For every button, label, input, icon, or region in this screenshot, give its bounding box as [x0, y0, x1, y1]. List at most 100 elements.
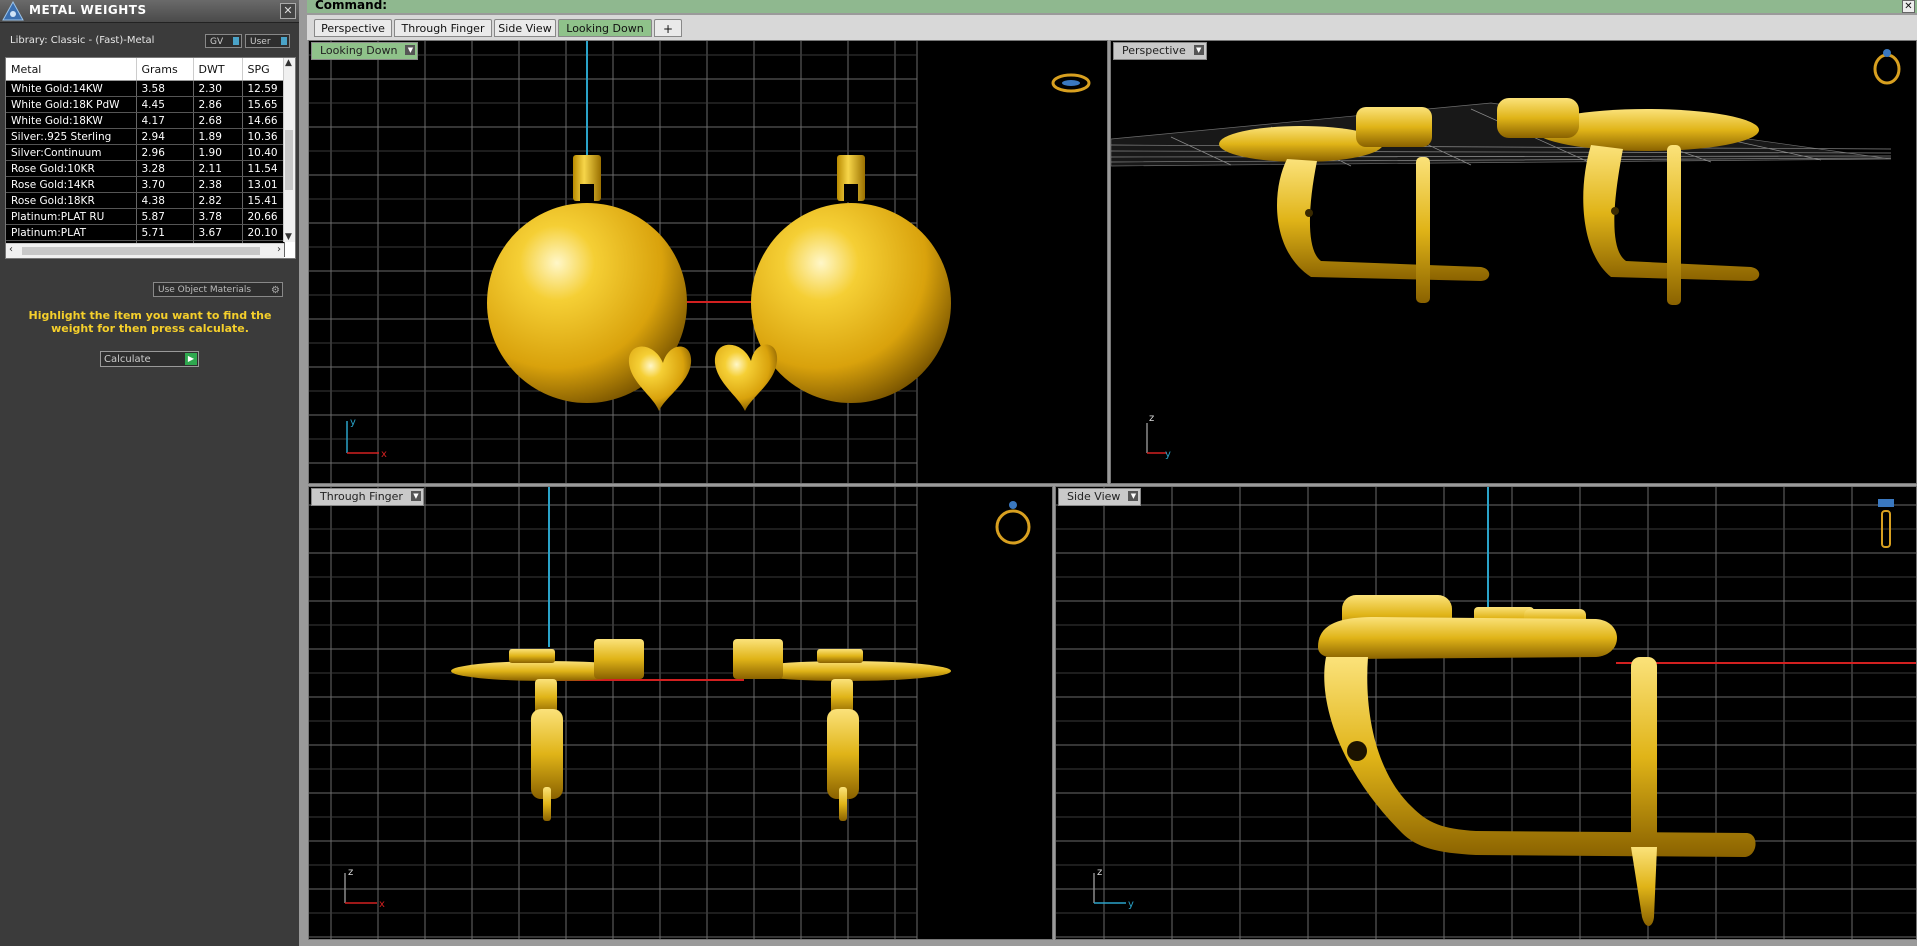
scroll-down-icon[interactable]: ▼ — [285, 232, 292, 242]
metal-cell: Platinum:PLAT RU — [6, 208, 137, 225]
column-header-spg[interactable]: SPG — [242, 58, 285, 81]
table-row[interactable]: White Gold:14KW 3.58 2.30 12.59 — [6, 80, 285, 97]
axis-gizmo-icon: z y — [1146, 413, 1171, 460]
command-label: Command: — [315, 0, 388, 12]
earring-left-model[interactable] — [451, 639, 644, 821]
viewport-label-text: Perspective — [1122, 44, 1186, 57]
spg-cell: 13.01 — [242, 176, 285, 193]
metal-cell: White Gold:18K PdW — [6, 96, 137, 113]
table-header-row: Metal Grams DWT SPG — [6, 58, 285, 81]
metal-cell: Silver:Continuum — [6, 144, 137, 161]
chevron-down-icon[interactable]: ▼ — [1128, 491, 1139, 501]
table-row[interactable]: White Gold:18KW 4.17 2.68 14.66 — [6, 112, 285, 129]
gear-icon[interactable]: ⚙ — [271, 283, 280, 298]
table-row[interactable]: Platinum:PLAT 5.71 3.67 20.10 — [6, 224, 285, 241]
hinge-hole — [1347, 741, 1367, 761]
view-tabs: Perspective Through Finger Side View Loo… — [307, 15, 1917, 40]
metal-cell: Silver:.925 Sterling — [6, 128, 137, 145]
dwt-cell: 1.89 — [193, 128, 243, 145]
grams-cell: 2.94 — [136, 128, 194, 145]
column-header-grams[interactable]: Grams — [136, 58, 194, 81]
chevron-down-icon[interactable]: ▼ — [1193, 45, 1204, 55]
view-cube-icon[interactable] — [1878, 499, 1894, 548]
calculate-label: Calculate — [104, 354, 151, 365]
view-cube-icon[interactable] — [995, 501, 1031, 545]
close-icon[interactable]: ✕ — [1902, 0, 1915, 13]
metal-weights-panel: METAL WEIGHTS ✕ Library: Classic - (Fast… — [0, 0, 299, 946]
scroll-thumb[interactable] — [285, 130, 293, 190]
metal-cell: Rose Gold:10KR — [6, 160, 137, 177]
table-row[interactable]: White Gold:18K PdW 4.45 2.86 15.65 — [6, 96, 285, 113]
viewport-label-text: Through Finger — [320, 490, 403, 503]
view-cube-icon[interactable] — [1873, 49, 1901, 85]
gv-toggle[interactable]: GV — [205, 34, 242, 48]
tab-perspective[interactable]: Perspective — [314, 19, 392, 37]
user-toggle[interactable]: User — [245, 34, 290, 48]
metal-table: Metal Grams DWT SPG White Gold:14KW 3.58 2… — [6, 58, 285, 257]
axis-label-v: z — [1149, 413, 1154, 424]
spg-cell: 20.10 — [242, 224, 285, 241]
table-row[interactable]: Platinum:PLAT RU 5.87 3.78 20.66 — [6, 208, 285, 225]
vertical-scrollbar[interactable]: ▲ ▼ — [283, 58, 295, 242]
metal-cell: White Gold:14KW — [6, 80, 137, 97]
grams-cell: 3.28 — [136, 160, 194, 177]
earring-left-model[interactable] — [487, 155, 692, 411]
table-row[interactable]: Rose Gold:18KR 4.38 2.82 15.41 — [6, 192, 285, 209]
grams-cell: 5.87 — [136, 208, 194, 225]
earring-right-model[interactable] — [714, 155, 951, 411]
viewport-label-looking-down[interactable]: Looking Down ▼ — [311, 42, 419, 60]
chevron-down-icon[interactable]: ▼ — [405, 45, 416, 55]
metal-cell: Platinum:PLAT — [6, 224, 137, 241]
panel-header: METAL WEIGHTS ✕ — [0, 0, 299, 23]
table-row[interactable]: Silver:Continuum 2.96 1.90 10.40 — [6, 144, 285, 161]
earring-side-model[interactable] — [1318, 595, 1756, 927]
viewport-through-finger[interactable]: z x Through Finger ▼ — [308, 486, 1053, 940]
dwt-cell: 2.68 — [193, 112, 243, 129]
viewport-label-side-view[interactable]: Side View ▼ — [1058, 488, 1142, 506]
calculate-button[interactable]: Calculate ▶ — [100, 351, 199, 367]
scroll-right-icon[interactable]: › — [277, 244, 281, 255]
dwt-cell: 2.11 — [193, 160, 243, 177]
viewport-label-perspective[interactable]: Perspective ▼ — [1113, 42, 1207, 60]
spg-cell: 10.36 — [242, 128, 285, 145]
horizontal-scrollbar[interactable]: ‹ › — [6, 243, 284, 258]
spg-cell: 15.41 — [242, 192, 285, 209]
spg-cell: 10.40 — [242, 144, 285, 161]
hint-text: Highlight the item you want to find the … — [28, 309, 272, 335]
grams-cell: 3.58 — [136, 80, 194, 97]
use-object-materials-select[interactable]: Use Object Materials ⚙ — [153, 282, 283, 297]
axis-label-h: x — [381, 449, 387, 460]
tab-side-view[interactable]: Side View — [494, 19, 556, 37]
viewport-side-view[interactable]: z y Side View ▼ — [1055, 486, 1917, 940]
grams-cell: 5.71 — [136, 224, 194, 241]
earring-right-model[interactable] — [733, 639, 951, 821]
viewport-perspective[interactable]: z y Perspective ▼ — [1110, 40, 1917, 484]
view-cube-icon[interactable] — [1051, 73, 1091, 93]
earring-right-model[interactable] — [1497, 98, 1760, 305]
scroll-left-icon[interactable]: ‹ — [9, 244, 13, 255]
table-row[interactable]: Rose Gold:10KR 3.28 2.11 11.54 — [6, 160, 285, 177]
perspective-canvas: z y — [1111, 49, 1901, 460]
chevron-down-icon[interactable]: ▼ — [410, 491, 421, 501]
column-header-dwt[interactable]: DWT — [193, 58, 243, 81]
spg-cell: 15.65 — [242, 96, 285, 113]
dwt-cell: 2.82 — [193, 192, 243, 209]
tab-through-finger[interactable]: Through Finger — [394, 19, 492, 37]
axis-label-h: y — [1128, 899, 1134, 910]
add-tab-button[interactable]: + — [654, 19, 682, 37]
table-row[interactable]: Rose Gold:14KR 3.70 2.38 13.01 — [6, 176, 285, 193]
scroll-thumb[interactable] — [22, 247, 260, 255]
close-icon[interactable]: ✕ — [280, 3, 296, 19]
viewport-looking-down[interactable]: y x Looking Down ▼ — [308, 40, 1108, 484]
dwt-cell: 2.30 — [193, 80, 243, 97]
viewport-label-through-finger[interactable]: Through Finger ▼ — [311, 488, 424, 506]
scroll-up-icon[interactable]: ▲ — [285, 58, 292, 68]
user-toggle-label: User — [250, 37, 271, 47]
dwt-cell: 3.67 — [193, 224, 243, 241]
column-header-metal[interactable]: Metal — [6, 58, 137, 81]
command-bar[interactable]: Command: ✕ — [307, 0, 1917, 13]
table-row[interactable]: Silver:.925 Sterling 2.94 1.89 10.36 — [6, 128, 285, 145]
app-logo-icon — [2, 1, 24, 21]
viewport-label-text: Side View — [1067, 490, 1121, 503]
tab-looking-down[interactable]: Looking Down — [558, 19, 652, 37]
